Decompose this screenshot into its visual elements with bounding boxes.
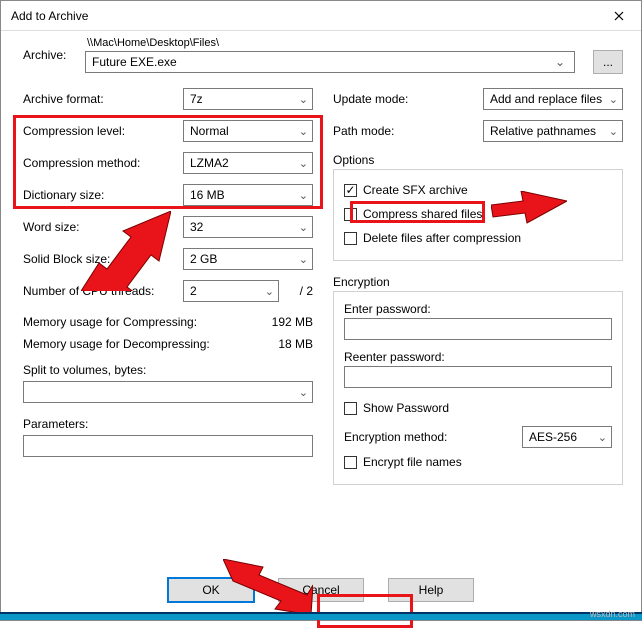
encnames-label: Encrypt file names: [363, 455, 462, 469]
threads-total: / 2: [283, 284, 313, 298]
method-label: Compression method:: [23, 156, 183, 170]
enc-method-label: Encryption method:: [344, 430, 447, 444]
options-group-label: Options: [333, 153, 623, 167]
chevron-down-icon: ⌄: [609, 93, 618, 106]
help-button[interactable]: Help: [388, 578, 474, 602]
word-label: Word size:: [23, 220, 183, 234]
encnames-row[interactable]: Encrypt file names: [344, 450, 612, 474]
pathmode-label: Path mode:: [333, 124, 483, 138]
archive-path: \\Mac\Home\Desktop\Files\: [87, 37, 575, 49]
dict-label: Dictionary size:: [23, 188, 183, 202]
close-button[interactable]: [599, 2, 639, 30]
mem-decompress-label: Memory usage for Decompressing:: [23, 337, 210, 351]
level-select[interactable]: Normal⌄: [183, 120, 313, 142]
split-dropdown[interactable]: ⌄: [23, 381, 313, 403]
showpw-checkbox[interactable]: [344, 402, 357, 415]
titlebar: Add to Archive: [1, 1, 641, 31]
chevron-down-icon: ⌄: [299, 125, 308, 138]
format-label: Archive format:: [23, 92, 183, 106]
archive-filename-dropdown[interactable]: Future EXE.exe ⌄: [85, 51, 575, 73]
delete-checkbox[interactable]: [344, 232, 357, 245]
chevron-down-icon: ⌄: [598, 431, 607, 444]
check-icon: ✓: [345, 184, 355, 196]
split-label: Split to volumes, bytes:: [23, 363, 313, 377]
enter-pw-input[interactable]: [344, 318, 612, 340]
block-label: Solid Block size:: [23, 252, 183, 266]
shared-row[interactable]: Compress shared files: [344, 202, 612, 226]
dialog-content: Archive: \\Mac\Home\Desktop\Files\ Futur…: [1, 31, 641, 620]
close-icon: [614, 11, 624, 21]
chevron-down-icon: ⌄: [609, 125, 618, 138]
params-label: Parameters:: [23, 417, 313, 431]
update-label: Update mode:: [333, 92, 483, 106]
threads-label: Number of CPU threads:: [23, 284, 183, 298]
footer-strip: [0, 612, 642, 620]
archive-row: Archive: \\Mac\Home\Desktop\Files\ Futur…: [23, 43, 623, 67]
dialog-window: Add to Archive Archive: \\Mac\Home\Deskt…: [0, 0, 642, 621]
left-column: Archive format: 7z⌄ Compression level: N…: [23, 83, 313, 493]
right-column: Update mode: Add and replace files⌄ Path…: [333, 83, 623, 493]
shared-label: Compress shared files: [363, 207, 482, 221]
showpw-row[interactable]: Show Password: [344, 396, 612, 420]
encryption-group-label: Encryption: [333, 275, 623, 289]
ok-button[interactable]: OK: [168, 578, 254, 602]
delete-label: Delete files after compression: [363, 231, 521, 245]
browse-button[interactable]: ...: [593, 50, 623, 74]
chevron-down-icon: ⌄: [299, 189, 308, 202]
mem-compress-label: Memory usage for Compressing:: [23, 315, 197, 329]
mem-decompress-value: 18 MB: [278, 337, 313, 351]
chevron-down-icon: ⌄: [552, 55, 568, 69]
mem-compress-value: 192 MB: [272, 315, 313, 329]
level-label: Compression level:: [23, 124, 183, 138]
update-select[interactable]: Add and replace files⌄: [483, 88, 623, 110]
chevron-down-icon: ⌄: [265, 285, 274, 298]
delete-row[interactable]: Delete files after compression: [344, 226, 612, 250]
word-select[interactable]: 32⌄: [183, 216, 313, 238]
shared-checkbox[interactable]: [344, 208, 357, 221]
encnames-checkbox[interactable]: [344, 456, 357, 469]
method-select[interactable]: LZMA2⌄: [183, 152, 313, 174]
sfx-row[interactable]: ✓ Create SFX archive: [344, 178, 612, 202]
credit-text: wsxdn.com: [590, 609, 635, 619]
archive-filename: Future EXE.exe: [92, 55, 177, 69]
window-title: Add to Archive: [11, 9, 88, 23]
block-select[interactable]: 2 GB⌄: [183, 248, 313, 270]
chevron-down-icon: ⌄: [299, 253, 308, 266]
archive-label: Archive:: [23, 48, 75, 62]
params-input[interactable]: [23, 435, 313, 457]
sfx-label: Create SFX archive: [363, 183, 468, 197]
threads-select[interactable]: 2⌄: [183, 280, 279, 302]
sfx-checkbox[interactable]: ✓: [344, 184, 357, 197]
chevron-down-icon: ⌄: [299, 386, 308, 399]
archive-path-col: \\Mac\Home\Desktop\Files\ Future EXE.exe…: [85, 37, 575, 73]
pathmode-select[interactable]: Relative pathnames⌄: [483, 120, 623, 142]
chevron-down-icon: ⌄: [299, 157, 308, 170]
encryption-group: Enter password: Reenter password: Show P…: [333, 291, 623, 485]
enc-method-select[interactable]: AES-256⌄: [522, 426, 612, 448]
enter-pw-label: Enter password:: [344, 302, 612, 316]
options-group: ✓ Create SFX archive Compress shared fil…: [333, 169, 623, 261]
format-select[interactable]: 7z⌄: [183, 88, 313, 110]
chevron-down-icon: ⌄: [299, 221, 308, 234]
dict-select[interactable]: 16 MB⌄: [183, 184, 313, 206]
chevron-down-icon: ⌄: [299, 93, 308, 106]
reenter-pw-input[interactable]: [344, 366, 612, 388]
reenter-pw-label: Reenter password:: [344, 350, 612, 364]
button-row: OK Cancel Help: [1, 578, 641, 602]
showpw-label: Show Password: [363, 401, 449, 415]
cancel-button[interactable]: Cancel: [278, 578, 364, 602]
